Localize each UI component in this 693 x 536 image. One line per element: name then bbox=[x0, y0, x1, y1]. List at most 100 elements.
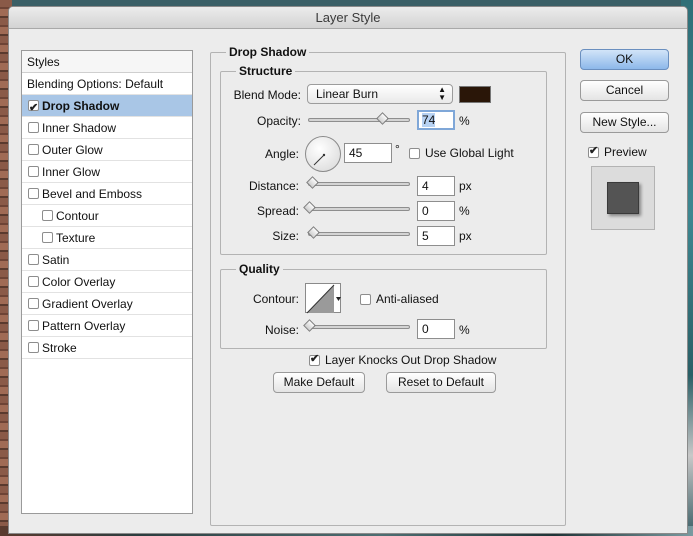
style-item-drop-shadow[interactable]: Drop Shadow bbox=[22, 95, 192, 119]
style-item-color-overlay[interactable]: Color Overlay bbox=[22, 271, 192, 293]
opacity-label: Opacity: bbox=[256, 114, 301, 128]
select-arrows-icon: ▲ ▼ bbox=[438, 85, 446, 102]
style-item-contour[interactable]: Contour bbox=[22, 205, 192, 227]
blending-options-label: Blending Options: Default bbox=[27, 76, 164, 91]
style-item-gradient-overlay[interactable]: Gradient Overlay bbox=[22, 293, 192, 315]
distance-label: Distance: bbox=[248, 179, 299, 193]
layer-knocks-out-label: Layer Knocks Out Drop Shadow bbox=[325, 353, 497, 367]
style-item-label: Inner Glow bbox=[42, 164, 101, 179]
size-unit: px bbox=[459, 229, 472, 243]
opacity-input[interactable]: 74 bbox=[417, 110, 455, 130]
styles-list: Styles Blending Options: Default Drop Sh… bbox=[21, 50, 193, 514]
style-item-bevel-and-emboss[interactable]: Bevel and Emboss bbox=[22, 183, 192, 205]
spread-unit: % bbox=[459, 204, 470, 218]
opacity-slider[interactable] bbox=[308, 118, 410, 122]
spread-value: 0 bbox=[422, 204, 429, 218]
blend-mode-label: Blend Mode: bbox=[233, 88, 301, 102]
style-item-pattern-overlay[interactable]: Pattern Overlay bbox=[22, 315, 192, 337]
noise-label: Noise: bbox=[264, 323, 299, 337]
style-checkbox-gradient-overlay[interactable] bbox=[28, 298, 39, 309]
layer-style-dialog: Layer Style Styles Blending Options: Def… bbox=[8, 6, 688, 534]
contour-picker[interactable] bbox=[305, 283, 341, 314]
style-item-label: Satin bbox=[42, 252, 70, 267]
style-item-label: Stroke bbox=[42, 340, 77, 355]
style-checkbox-inner-glow[interactable] bbox=[28, 166, 39, 177]
style-item-label: Gradient Overlay bbox=[42, 296, 133, 311]
style-checkbox-outer-glow[interactable] bbox=[28, 144, 39, 155]
style-checkbox-color-overlay[interactable] bbox=[28, 276, 39, 287]
make-default-button[interactable]: Make Default bbox=[273, 372, 365, 393]
ok-button[interactable]: OK bbox=[580, 49, 669, 70]
preview-checkbox[interactable]: Preview bbox=[588, 144, 647, 159]
layer-knocks-out-checkbox[interactable]: Layer Knocks Out Drop Shadow bbox=[309, 352, 497, 367]
structure-title: Structure bbox=[236, 64, 296, 78]
contour-linear-icon bbox=[306, 284, 341, 314]
preview-box[interactable] bbox=[588, 144, 599, 158]
use-global-light-checkbox[interactable]: Use Global Light bbox=[409, 146, 514, 160]
angle-input[interactable]: 45 bbox=[344, 143, 392, 163]
blend-mode-select[interactable]: Linear Burn ▲ ▼ bbox=[307, 84, 453, 104]
style-item-inner-shadow[interactable]: Inner Shadow bbox=[22, 117, 192, 139]
size-slider[interactable] bbox=[308, 232, 410, 236]
size-input[interactable]: 5 bbox=[417, 226, 455, 246]
style-checkbox-bevel-and-emboss[interactable] bbox=[28, 188, 39, 199]
style-checkbox-pattern-overlay[interactable] bbox=[28, 320, 39, 331]
style-checkbox-texture[interactable] bbox=[42, 232, 53, 243]
style-item-texture[interactable]: Texture bbox=[22, 227, 192, 249]
drop-shadow-title: Drop Shadow bbox=[226, 45, 310, 59]
anti-aliased-box[interactable] bbox=[360, 293, 371, 305]
style-item-label: Outer Glow bbox=[42, 142, 103, 157]
spread-input[interactable]: 0 bbox=[417, 201, 455, 221]
preview-label: Preview bbox=[604, 145, 647, 159]
angle-label: Angle: bbox=[264, 147, 299, 161]
spread-label: Spread: bbox=[256, 204, 299, 218]
style-item-label: Contour bbox=[56, 208, 99, 223]
distance-value: 4 bbox=[422, 179, 429, 193]
opacity-unit: % bbox=[459, 114, 470, 128]
window-title[interactable]: Layer Style bbox=[9, 7, 687, 29]
anti-aliased-checkbox[interactable]: Anti-aliased bbox=[360, 292, 439, 306]
use-global-light-label: Use Global Light bbox=[425, 146, 514, 160]
anti-aliased-label: Anti-aliased bbox=[376, 292, 439, 306]
blend-mode-value: Linear Burn bbox=[316, 87, 379, 101]
shadow-color-swatch[interactable] bbox=[459, 86, 491, 103]
angle-dial-icon bbox=[313, 153, 326, 166]
style-checkbox-contour[interactable] bbox=[42, 210, 53, 221]
noise-unit: % bbox=[459, 323, 470, 337]
blending-options-item[interactable]: Blending Options: Default bbox=[22, 73, 192, 95]
angle-value: 45 bbox=[349, 146, 363, 160]
style-item-label: Texture bbox=[56, 230, 96, 245]
style-item-inner-glow[interactable]: Inner Glow bbox=[22, 161, 192, 183]
styles-header[interactable]: Styles bbox=[22, 51, 192, 73]
noise-input[interactable]: 0 bbox=[417, 319, 455, 339]
contour-label: Contour: bbox=[252, 292, 299, 306]
angle-unit: ° bbox=[395, 142, 400, 156]
distance-unit: px bbox=[459, 179, 472, 193]
preview-shape bbox=[607, 182, 639, 214]
noise-slider[interactable] bbox=[308, 325, 410, 329]
style-checkbox-drop-shadow[interactable] bbox=[28, 97, 39, 119]
spread-slider[interactable] bbox=[308, 207, 410, 211]
reset-to-default-button[interactable]: Reset to Default bbox=[386, 372, 496, 393]
size-value: 5 bbox=[422, 229, 429, 243]
cancel-button[interactable]: Cancel bbox=[580, 80, 669, 101]
distance-slider[interactable] bbox=[308, 182, 410, 186]
style-item-label: Color Overlay bbox=[42, 274, 116, 289]
style-item-label: Inner Shadow bbox=[42, 120, 117, 135]
style-checkbox-stroke[interactable] bbox=[28, 342, 39, 353]
style-checkbox-satin[interactable] bbox=[28, 254, 39, 265]
style-item-label: Bevel and Emboss bbox=[42, 186, 143, 201]
style-item-outer-glow[interactable]: Outer Glow bbox=[22, 139, 192, 161]
noise-value: 0 bbox=[422, 322, 429, 336]
style-item-stroke[interactable]: Stroke bbox=[22, 337, 192, 359]
new-style-button[interactable]: New Style... bbox=[580, 112, 669, 133]
style-preview-swatch bbox=[591, 166, 655, 230]
angle-dial[interactable] bbox=[305, 136, 341, 172]
opacity-value: 74 bbox=[422, 113, 436, 127]
use-global-light-box[interactable] bbox=[409, 147, 420, 159]
distance-input[interactable]: 4 bbox=[417, 176, 455, 196]
layer-knocks-out-box[interactable] bbox=[309, 352, 320, 366]
style-item-label: Drop Shadow bbox=[42, 98, 120, 113]
style-checkbox-inner-shadow[interactable] bbox=[28, 122, 39, 133]
style-item-satin[interactable]: Satin bbox=[22, 249, 192, 271]
